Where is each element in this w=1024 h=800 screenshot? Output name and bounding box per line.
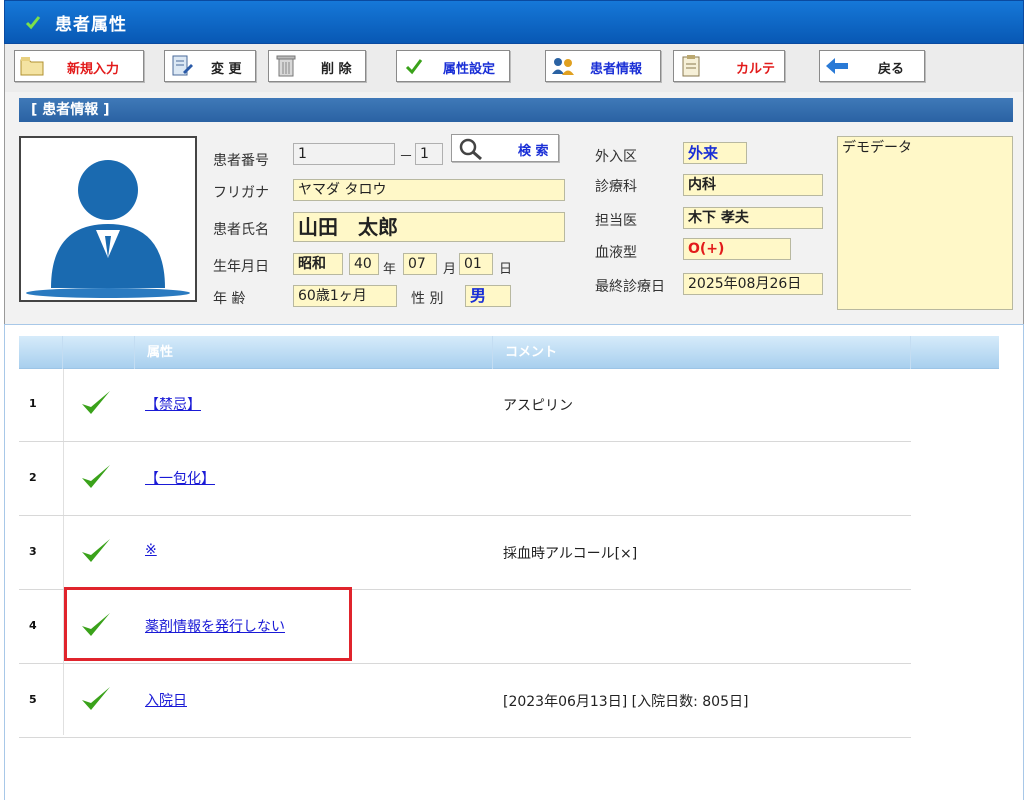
- patient-branch-field[interactable]: 1: [415, 143, 443, 165]
- attribute-settings-button[interactable]: 属性設定: [396, 50, 510, 82]
- table-row[interactable]: 5 入院日 [2023年06月13日] [入院日数: 805日]: [19, 665, 911, 738]
- attribute-list: 属性 コメント 1 【禁忌】 アスピリン 2 【一包化】 3 ※ 採血時アルコー…: [4, 324, 1024, 800]
- delete-button[interactable]: 削 除: [268, 50, 366, 82]
- patient-id-label: 患者番号: [213, 153, 269, 169]
- department-label: 診療科: [595, 179, 637, 195]
- row-number: 2: [29, 471, 37, 484]
- clipboard-icon: [682, 55, 700, 77]
- birth-era-field[interactable]: 昭和: [293, 253, 343, 275]
- birthdate-label: 生年月日: [213, 259, 269, 275]
- kana-field[interactable]: ヤマダ タロウ: [293, 179, 565, 201]
- birth-month-unit: 月: [443, 262, 457, 277]
- check-icon: [405, 59, 423, 75]
- attribute-link[interactable]: 【禁忌】: [145, 394, 201, 414]
- table-row[interactable]: 3 ※ 採血時アルコール[×]: [19, 517, 911, 590]
- list-header: 属性 コメント: [19, 336, 999, 369]
- birth-year-unit: 年: [383, 262, 397, 277]
- attribute-link[interactable]: ※: [145, 542, 157, 558]
- comment-text: アスピリン: [503, 398, 573, 414]
- section-title: [ 患者情報 ]: [19, 98, 1013, 122]
- patients-icon: [552, 58, 574, 75]
- birth-year-field[interactable]: 40: [349, 253, 379, 275]
- header-check: [63, 336, 135, 369]
- table-row[interactable]: 2 【一包化】: [19, 443, 911, 516]
- age-label: 年 齢: [213, 291, 246, 307]
- edit-button[interactable]: 変 更: [164, 50, 256, 82]
- check-icon: [82, 539, 110, 562]
- search-label: 検 索: [518, 144, 549, 159]
- department-field[interactable]: 内科: [683, 174, 823, 196]
- blood-type-field[interactable]: O(+): [683, 238, 791, 260]
- sex-label: 性 別: [411, 291, 444, 307]
- check-icon: [82, 391, 110, 414]
- check-icon: [82, 465, 110, 488]
- last-visit-label: 最終診療日: [595, 279, 665, 295]
- patient-panel: [ 患者情報 ] 患者番号 1 － 1 検 索 フリガナ ヤマダ タロウ 患者氏…: [4, 92, 1024, 324]
- attribute-link[interactable]: 【一包化】: [145, 468, 215, 488]
- memo-field[interactable]: デモデータ: [837, 136, 1013, 310]
- magnifier-icon: [459, 138, 482, 161]
- comment-text: 採血時アルコール[×]: [503, 546, 638, 562]
- patient-photo: [19, 136, 197, 302]
- back-arrow-icon: [826, 58, 848, 74]
- check-icon: [25, 16, 41, 30]
- header-comment: コメント: [493, 336, 911, 369]
- highlight-box: [64, 587, 352, 661]
- new-button[interactable]: 新規入力: [14, 50, 144, 82]
- back-button[interactable]: 戻る: [819, 50, 925, 82]
- kana-label: フリガナ: [213, 185, 269, 201]
- name-label: 患者氏名: [213, 222, 269, 238]
- doctor-label: 担当医: [595, 213, 637, 229]
- patient-id-separator: －: [399, 149, 413, 165]
- birth-day-unit: 日: [499, 262, 513, 277]
- blood-type-label: 血液型: [595, 245, 637, 261]
- patient-id-field[interactable]: 1: [293, 143, 395, 165]
- comment-text: [2023年06月13日] [入院日数: 805日]: [503, 694, 749, 710]
- patient-info-button[interactable]: 患者情報: [545, 50, 661, 82]
- header-attribute: 属性: [135, 336, 493, 369]
- chart-button[interactable]: カルテ: [673, 50, 785, 82]
- birth-day-field[interactable]: 01: [459, 253, 493, 275]
- age-field: 60歳1ヶ月: [293, 285, 397, 307]
- edit-doc-icon: [172, 55, 193, 76]
- folder-icon: [20, 57, 44, 76]
- check-icon: [82, 687, 110, 710]
- avatar: [26, 160, 190, 298]
- window-titlebar: 患者属性: [4, 0, 1024, 44]
- doctor-field[interactable]: 木下 孝夫: [683, 207, 823, 229]
- window-title: 患者属性: [55, 14, 127, 35]
- table-row[interactable]: 1 【禁忌】 アスピリン: [19, 369, 911, 442]
- inout-field[interactable]: 外来: [683, 142, 747, 164]
- toolbar: 新規入力 変 更 削 除 属性設定 患者情報 カルテ 戻る: [4, 44, 1024, 92]
- header-no: [19, 336, 63, 369]
- row-number: 3: [29, 545, 37, 558]
- row-number: 5: [29, 693, 37, 706]
- attribute-link[interactable]: 入院日: [145, 690, 187, 710]
- inout-label: 外入区: [595, 149, 637, 165]
- trash-icon: [276, 55, 296, 77]
- row-number: 4: [29, 619, 37, 632]
- last-visit-field: 2025年08月26日: [683, 273, 823, 295]
- birth-month-field[interactable]: 07: [403, 253, 437, 275]
- sex-field[interactable]: 男: [465, 285, 511, 307]
- search-button[interactable]: 検 索: [451, 134, 559, 162]
- name-field[interactable]: 山田 太郎: [293, 212, 565, 242]
- row-number: 1: [29, 397, 37, 410]
